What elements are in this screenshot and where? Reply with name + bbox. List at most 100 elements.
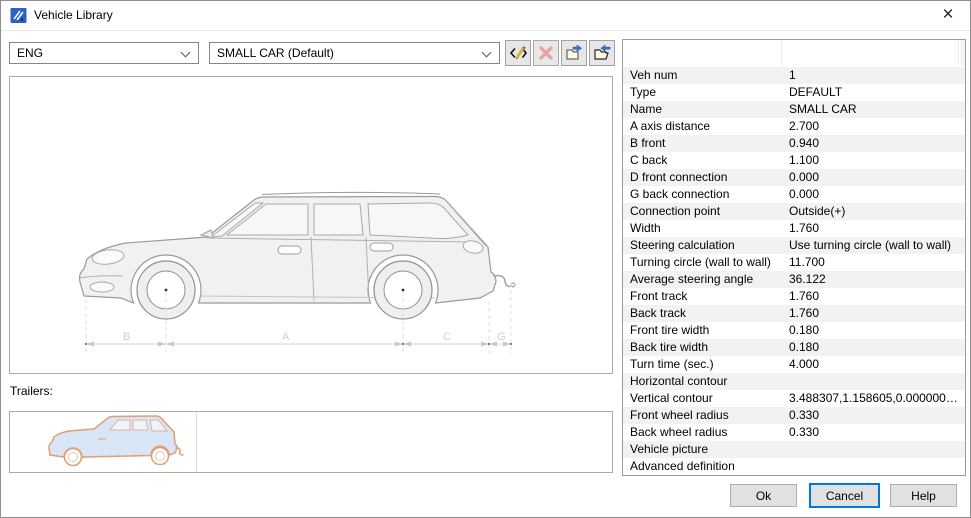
property-row[interactable]: G back connection0.000 [623, 186, 965, 203]
property-row[interactable]: D front connection0.000 [623, 169, 965, 186]
property-row[interactable]: Average steering angle36.122 [623, 271, 965, 288]
dimension-label-a: A [282, 331, 290, 343]
pencil-edit-icon [509, 44, 528, 62]
property-value[interactable]: Outside(+) [782, 203, 965, 220]
vehicle-select-value: SMALL CAR (Default) [217, 46, 334, 60]
property-label: G back connection [623, 186, 782, 203]
property-row[interactable]: Front track1.760 [623, 288, 965, 305]
trailer-item[interactable] [10, 412, 197, 472]
property-label: Front track [623, 288, 782, 305]
property-grid-header-name-column [623, 40, 782, 66]
property-row[interactable]: Turning circle (wall to wall)11.700 [623, 254, 965, 271]
property-value[interactable] [782, 441, 965, 458]
property-value[interactable]: 0.000 [782, 186, 965, 203]
red-x-delete-icon [537, 44, 555, 62]
property-label: Horizontal contour [623, 373, 782, 390]
vehicle-select[interactable]: SMALL CAR (Default) [209, 42, 500, 64]
property-value[interactable] [782, 458, 965, 475]
property-row[interactable]: Horizontal contour [623, 373, 965, 390]
property-value[interactable]: 2.700 [782, 118, 965, 135]
property-row[interactable]: Steering calculationUse turning circle (… [623, 237, 965, 254]
property-label: Turn time (sec.) [623, 356, 782, 373]
property-value[interactable]: 1.760 [782, 288, 965, 305]
property-value[interactable]: SMALL CAR [782, 101, 965, 118]
property-label: Back wheel radius [623, 424, 782, 441]
cancel-button[interactable]: Cancel [809, 483, 880, 508]
vehicle-property-grid: Veh num1TypeDEFAULTNameSMALL CARA axis d… [622, 39, 966, 476]
property-grid-header [623, 40, 965, 67]
trailers-list [9, 411, 613, 473]
vehicle-side-view-drawing: B A C G [10, 77, 612, 373]
import-vehicle-button[interactable] [589, 40, 615, 66]
property-value[interactable]: 1.760 [782, 305, 965, 322]
dimension-label-b: B [123, 331, 130, 343]
dimension-label-g: G [497, 331, 506, 343]
property-row[interactable]: NameSMALL CAR [623, 101, 965, 118]
property-label: Turning circle (wall to wall) [623, 254, 782, 271]
ok-button[interactable]: Ok [730, 484, 797, 507]
property-grid-scrollbar-gutter [960, 40, 965, 66]
property-label: Vertical contour [623, 390, 782, 407]
property-label: D front connection [623, 169, 782, 186]
vehicle-library-dialog: Vehicle Library × ENG SMALL CAR (Default… [0, 0, 971, 518]
title-bar: Vehicle Library × [1, 1, 970, 31]
property-row[interactable]: C back1.100 [623, 152, 965, 169]
property-value[interactable]: 1 [782, 67, 965, 84]
property-value[interactable]: 4.000 [782, 356, 965, 373]
vehicle-preview-panel: B A C G [9, 76, 613, 374]
property-value[interactable]: 0.180 [782, 339, 965, 356]
property-row[interactable]: Veh num1 [623, 67, 965, 84]
dimension-label-c: C [443, 331, 451, 343]
folder-export-icon [565, 44, 584, 62]
property-value[interactable]: 11.700 [782, 254, 965, 271]
property-row[interactable]: Back tire width0.180 [623, 339, 965, 356]
property-row[interactable]: Connection pointOutside(+) [623, 203, 965, 220]
property-row[interactable]: Vehicle picture [623, 441, 965, 458]
edit-vehicle-button[interactable] [505, 40, 531, 66]
export-vehicle-button[interactable] [561, 40, 587, 66]
property-label: Vehicle picture [623, 441, 782, 458]
language-select[interactable]: ENG [9, 42, 199, 64]
property-value[interactable]: 3.488307,1.158605,0.000000;3... [782, 390, 965, 407]
property-row[interactable]: Turn time (sec.)4.000 [623, 356, 965, 373]
help-button[interactable]: Help [890, 484, 957, 507]
property-row[interactable]: Front tire width0.180 [623, 322, 965, 339]
property-row[interactable]: A axis distance2.700 [623, 118, 965, 135]
delete-vehicle-button[interactable] [533, 40, 559, 66]
property-row[interactable]: Advanced definition [623, 458, 965, 475]
property-value[interactable]: DEFAULT [782, 84, 965, 101]
property-value[interactable]: 0.000 [782, 169, 965, 186]
property-label: C back [623, 152, 782, 169]
folder-import-icon [593, 44, 612, 62]
property-row[interactable]: B front0.940 [623, 135, 965, 152]
app-logo-icon [10, 7, 27, 24]
property-value[interactable]: 36.122 [782, 271, 965, 288]
property-row[interactable]: Width1.760 [623, 220, 965, 237]
property-value[interactable]: 1.760 [782, 220, 965, 237]
property-value[interactable]: Use turning circle (wall to wall) [782, 237, 965, 254]
property-row[interactable]: Vertical contour3.488307,1.158605,0.0000… [623, 390, 965, 407]
property-value[interactable]: 1.100 [782, 152, 965, 169]
property-row[interactable]: Back wheel radius0.330 [623, 424, 965, 441]
property-value[interactable]: 0.330 [782, 407, 965, 424]
property-label: Type [623, 84, 782, 101]
property-row[interactable]: Back track1.760 [623, 305, 965, 322]
property-label: Front wheel radius [623, 407, 782, 424]
property-value[interactable]: 0.330 [782, 424, 965, 441]
property-label: Veh num [623, 67, 782, 84]
property-grid-header-value-column [782, 40, 959, 66]
chevron-down-icon [181, 48, 191, 58]
property-value[interactable]: 0.940 [782, 135, 965, 152]
property-label: Advanced definition [623, 458, 782, 475]
dimension-labels: B A C G [123, 331, 506, 343]
property-label: Steering calculation [623, 237, 782, 254]
property-label: Name [623, 101, 782, 118]
property-row[interactable]: TypeDEFAULT [623, 84, 965, 101]
property-value[interactable]: 0.180 [782, 322, 965, 339]
close-icon[interactable]: × [932, 1, 964, 29]
language-select-value: ENG [17, 46, 43, 60]
property-value[interactable] [782, 373, 965, 390]
property-label: Width [623, 220, 782, 237]
property-label: Average steering angle [623, 271, 782, 288]
property-row[interactable]: Front wheel radius0.330 [623, 407, 965, 424]
